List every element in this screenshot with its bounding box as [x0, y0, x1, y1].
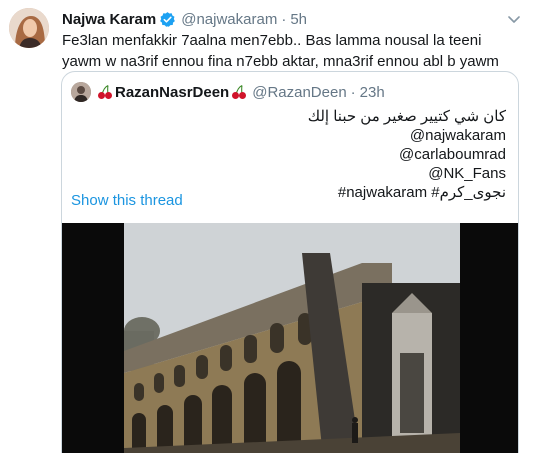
mention-link: @carlaboumrad [399, 146, 506, 163]
video-preview[interactable] [62, 223, 518, 453]
author-handle[interactable]: @najwakaram [181, 11, 277, 28]
separator-dot: · [281, 10, 287, 28]
quoted-tweet[interactable]: RazanNasrDeen @RazanDeen · 23h كان شي كت… [61, 71, 519, 453]
video-frame [62, 223, 518, 453]
quoted-tweet-timestamp: 23h [359, 83, 385, 101]
tweet-timestamp[interactable]: 5h [290, 11, 307, 28]
tweet[interactable]: Najwa Karam @najwakaram · 5h Fe3lan menf… [0, 0, 533, 453]
tweet-header: Najwa Karam @najwakaram · 5h [62, 9, 307, 29]
quoted-author-handle: @RazanDeen [252, 83, 347, 101]
show-thread-link[interactable]: Show this thread [71, 192, 183, 209]
verified-badge-icon [159, 11, 176, 28]
quoted-text-line: كان شي كتيير صغير من حبنا إلك [307, 108, 506, 125]
mention-link: @najwakaram [409, 127, 506, 144]
quoted-tweet-text: كان شي كتيير صغير من حبنا إلك @najwakara… [86, 107, 506, 202]
author-avatar[interactable] [9, 8, 49, 48]
cherry-icon [97, 84, 113, 100]
chevron-down-icon[interactable] [505, 10, 523, 28]
separator-dot: · [350, 83, 356, 101]
quoted-tweet-header: RazanNasrDeen @RazanDeen · 23h [71, 82, 385, 102]
cherry-icon [231, 84, 247, 100]
quoted-author-avatar [71, 82, 91, 102]
mention-link: @NK_Fans [428, 165, 506, 182]
author-name[interactable]: Najwa Karam [62, 11, 156, 28]
quoted-author-name: RazanNasrDeen [115, 83, 230, 101]
